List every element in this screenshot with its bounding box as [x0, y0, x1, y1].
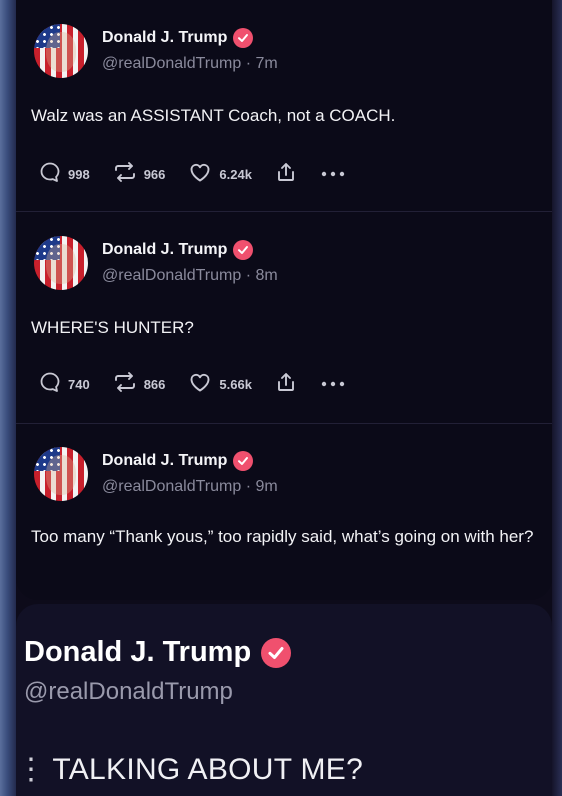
post-divider [16, 211, 552, 212]
post-feed: Donald J. Trump @realDonaldTrump · 7m Wa… [16, 0, 552, 600]
reply-count: 740 [68, 377, 90, 392]
like-count: 5.66k [219, 377, 252, 392]
post-author-row: Donald J. Trump [102, 240, 254, 260]
author-handle[interactable]: @realDonaldTrump · 8m [102, 267, 278, 285]
avatar[interactable] [34, 24, 88, 78]
reply-count: 998 [68, 167, 90, 182]
author-name[interactable]: Donald J. Trump [102, 241, 227, 259]
share-icon [274, 370, 298, 399]
reply-icon [38, 160, 62, 189]
repost-count: 966 [143, 167, 166, 182]
author-name[interactable]: Donald J. Trump [102, 452, 227, 470]
share-icon [274, 160, 298, 189]
share-button[interactable] [274, 370, 298, 399]
author-name[interactable]: Donald J. Trump [102, 29, 227, 47]
like-icon [187, 160, 213, 189]
right-frame-edge [552, 0, 562, 796]
like-icon [187, 370, 213, 399]
post[interactable]: Donald J. Trump @realDonaldTrump · 9m To… [16, 447, 552, 597]
post[interactable]: Donald J. Trump @realDonaldTrump · 7m Wa… [16, 24, 552, 204]
more-button[interactable] [320, 166, 346, 184]
repost-count: 866 [143, 377, 166, 392]
verified-icon [233, 451, 254, 471]
like-button[interactable]: 6.24k [187, 160, 252, 189]
post-text: Walz was an ASSISTANT Coach, not a COACH… [31, 106, 396, 125]
post-actions: 998 966 6.24k [38, 160, 368, 189]
more-icon [320, 166, 346, 184]
left-frame-edge [0, 0, 16, 796]
reply-button[interactable]: 740 [38, 370, 90, 399]
featured-author-handle[interactable]: @realDonaldTrump [24, 678, 233, 706]
avatar[interactable] [34, 236, 88, 290]
post-text: Too many “Thank yous,” too rapidly said,… [31, 527, 534, 546]
featured-post-card[interactable]: Donald J. Trump @realDonaldTrump ⋮ TALKIN… [16, 604, 552, 796]
post-text: WHERE'S HUNTER? [31, 318, 194, 337]
avatar[interactable] [34, 447, 88, 501]
verified-icon [233, 240, 254, 260]
reply-icon [38, 370, 62, 399]
more-icon [320, 376, 346, 394]
featured-post-text-row: ⋮ TALKING ABOUT ME? [16, 752, 363, 787]
like-button[interactable]: 5.66k [187, 370, 252, 399]
repost-icon [112, 370, 138, 399]
author-handle[interactable]: @realDonaldTrump · 7m [102, 55, 278, 73]
featured-author-name[interactable]: Donald J. Trump [24, 636, 251, 669]
verified-icon [261, 637, 292, 668]
featured-text-prefix: ⋮ [16, 753, 47, 786]
post-author-row: Donald J. Trump [102, 451, 254, 471]
post-divider [16, 423, 552, 424]
post-author-row: Donald J. Trump [102, 28, 254, 48]
repost-button[interactable]: 966 [112, 160, 166, 189]
more-button[interactable] [320, 376, 346, 394]
post[interactable]: Donald J. Trump @realDonaldTrump · 8m WH… [16, 236, 552, 416]
reply-button[interactable]: 998 [38, 160, 90, 189]
repost-icon [112, 160, 138, 189]
author-handle[interactable]: @realDonaldTrump · 9m [102, 478, 278, 496]
repost-button[interactable]: 866 [112, 370, 166, 399]
featured-post-text: TALKING ABOUT ME? [52, 753, 364, 786]
share-button[interactable] [274, 160, 298, 189]
verified-icon [233, 28, 254, 48]
featured-author-row: Donald J. Trump [24, 636, 292, 669]
post-actions: 740 866 5.66k [38, 370, 368, 399]
like-count: 6.24k [219, 167, 252, 182]
